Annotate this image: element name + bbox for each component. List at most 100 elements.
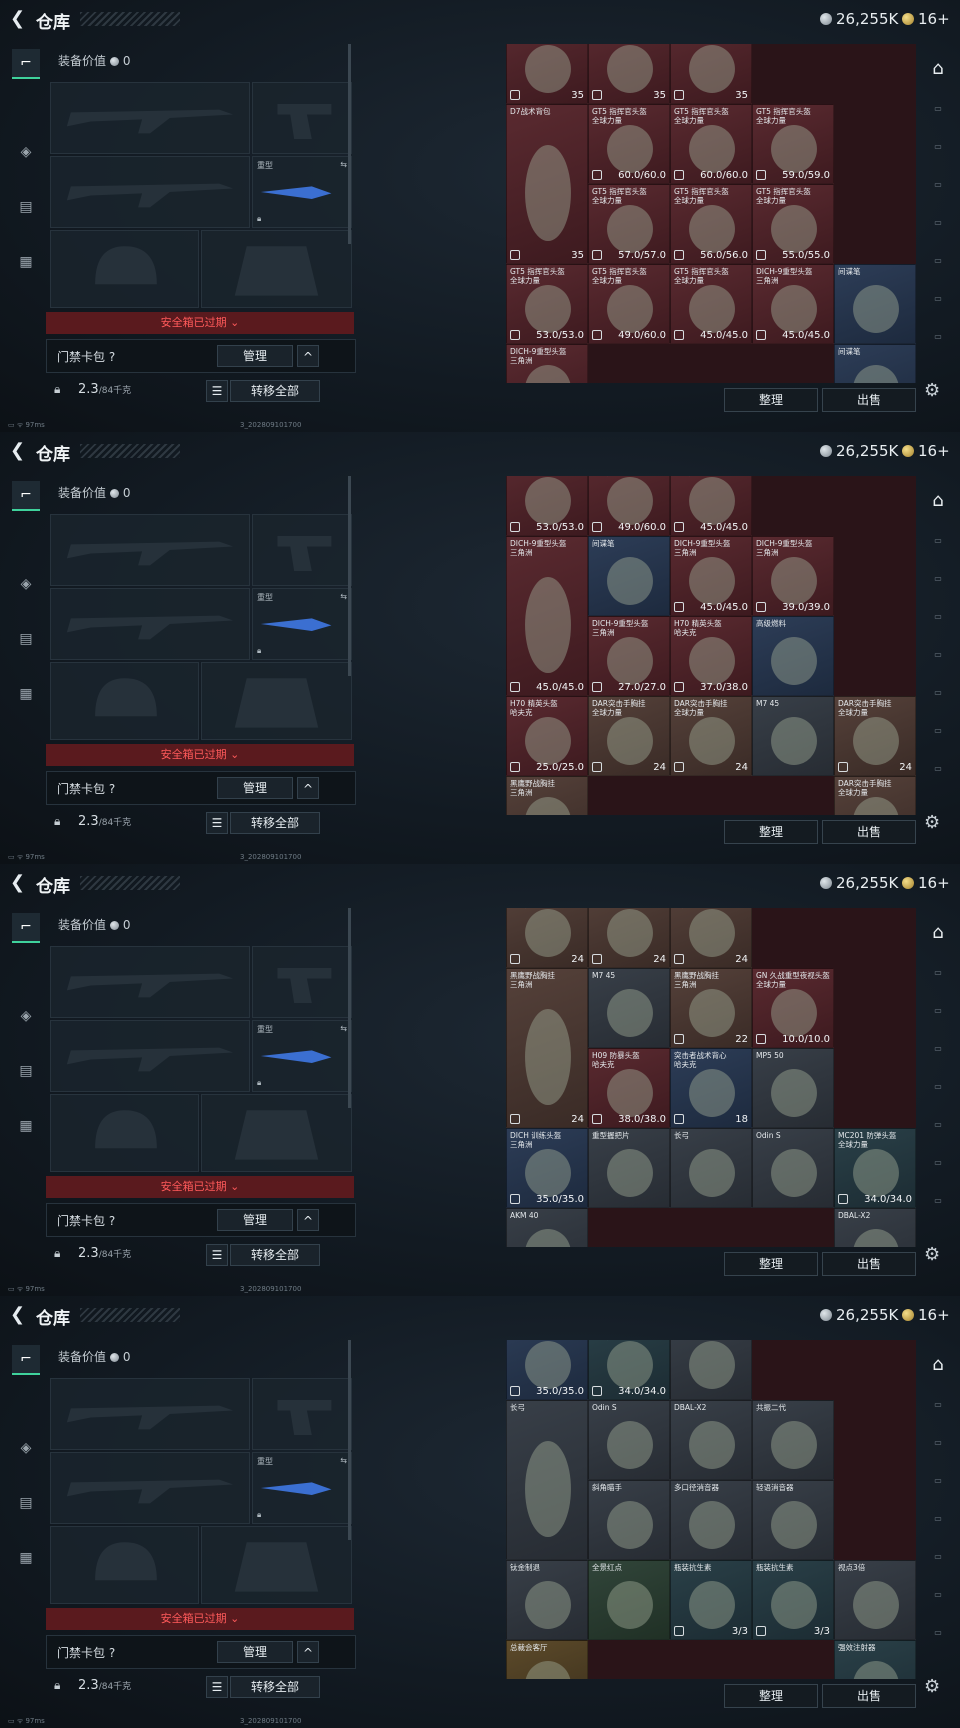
- stash-item[interactable]: 35: [506, 44, 588, 104]
- collapse-button[interactable]: ^: [297, 777, 319, 799]
- list-view-icon[interactable]: ☰: [206, 1676, 228, 1698]
- sort-button[interactable]: 整理: [724, 1252, 818, 1276]
- secure-container-expired-banner[interactable]: 安全箱已过期 ⌄: [46, 1176, 354, 1198]
- stash-item[interactable]: DICH-9重型头盔 三角洲 45.0/45.0: [670, 536, 752, 616]
- stash-item[interactable]: MC201 防弹头盔 全球力量 34.0/34.0: [834, 1128, 916, 1208]
- stash-item[interactable]: DICH-9重型头盔 三角洲 39.0/39.0: [752, 536, 834, 616]
- stash-item[interactable]: MP5 50: [752, 1048, 834, 1128]
- armor-slot[interactable]: [201, 1526, 352, 1604]
- stash-item[interactable]: 24: [588, 908, 670, 968]
- stash-page-icon[interactable]: ▭: [924, 650, 952, 672]
- sort-button[interactable]: 整理: [724, 388, 818, 412]
- sell-button[interactable]: 出售: [822, 820, 916, 844]
- list-view-icon[interactable]: ☰: [206, 380, 228, 402]
- transfer-all-button[interactable]: 转移全部: [230, 812, 320, 834]
- equipment-scrollbar[interactable]: [348, 476, 351, 676]
- weapon-tab-icon[interactable]: ⌐: [12, 913, 40, 943]
- stash-page-icon[interactable]: ▭: [924, 612, 952, 634]
- stash-item[interactable]: DBAL-X2: [834, 1208, 916, 1247]
- stash-item[interactable]: 黑鹰野战胸挂 三角洲 24: [506, 968, 588, 1128]
- stash-page-icon[interactable]: ▭: [924, 968, 952, 990]
- primary-weapon-slot[interactable]: [50, 514, 250, 586]
- stash-home-icon[interactable]: ⌂: [924, 58, 952, 80]
- stash-item[interactable]: AKM 40: [506, 1208, 588, 1247]
- stash-item[interactable]: 黑鹰野战胸挂 三角洲 24: [670, 908, 752, 968]
- pistol-slot[interactable]: [252, 1378, 352, 1450]
- manage-button[interactable]: 管理: [217, 1641, 293, 1663]
- stash-item[interactable]: 突击者战术背心 哈夫克 18: [670, 1048, 752, 1128]
- stash-page-icon[interactable]: ▭: [924, 1590, 952, 1612]
- stash-item[interactable]: 多口径消音器: [670, 1480, 752, 1560]
- settings-gear-icon[interactable]: ⚙: [924, 1244, 940, 1265]
- armor-tab-icon[interactable]: ◈: [12, 1002, 40, 1030]
- stash-item[interactable]: 瓶装抗生素 3/3: [752, 1560, 834, 1640]
- armor-slot[interactable]: [201, 1094, 352, 1172]
- melee-slot[interactable]: 重型 ⇆ 🔒︎: [252, 156, 352, 228]
- stash-item[interactable]: DICH-9重型头盔 三角洲 45.0/45.0: [506, 536, 588, 696]
- stash-item[interactable]: 黑鹰野战胸挂 三角洲 22: [670, 968, 752, 1048]
- armor-slot[interactable]: [201, 230, 352, 308]
- stash-item[interactable]: 长弓: [506, 1400, 588, 1560]
- stash-home-icon[interactable]: ⌂: [924, 922, 952, 944]
- sort-button[interactable]: 整理: [724, 1684, 818, 1708]
- stash-item[interactable]: DAR突击手胸挂 全球力量24: [670, 696, 752, 776]
- sell-button[interactable]: 出售: [822, 388, 916, 412]
- stash-item[interactable]: H09 防暴头盔 哈夫克 38.0/38.0: [588, 1048, 670, 1128]
- stash-page-icon[interactable]: ▭: [924, 688, 952, 710]
- backpack-tab-icon[interactable]: ▦: [12, 680, 40, 708]
- pistol-slot[interactable]: [252, 514, 352, 586]
- stash-item[interactable]: 长弓: [670, 1128, 752, 1208]
- stash-page-icon[interactable]: ▭: [924, 1514, 952, 1536]
- stash-page-icon[interactable]: ▭: [924, 294, 952, 316]
- stash-page-icon[interactable]: ▭: [924, 104, 952, 126]
- stash-item[interactable]: 53.0/53.0: [506, 476, 588, 536]
- stash-item[interactable]: DAR突击手胸挂 全球力量24: [834, 696, 916, 776]
- melee-slot[interactable]: 重型 ⇆ 🔒︎: [252, 588, 352, 660]
- stash-item[interactable]: 强效注射器1/3: [834, 1640, 916, 1679]
- back-arrow-icon[interactable]: ❮: [10, 9, 30, 29]
- stash-page-icon[interactable]: ▭: [924, 1006, 952, 1028]
- pistol-slot[interactable]: [252, 82, 352, 154]
- helmet-slot[interactable]: [50, 662, 199, 740]
- secure-container-expired-banner[interactable]: 安全箱已过期 ⌄: [46, 744, 354, 766]
- stash-page-icon[interactable]: ▭: [924, 574, 952, 596]
- stash-item[interactable]: GT5 指挥官头盔 全球力量 49.0/60.0: [588, 264, 670, 344]
- stash-item[interactable]: DICH-9重型头盔 三角洲: [506, 344, 588, 383]
- stash-item[interactable]: 瓶装抗生素 3/3: [670, 1560, 752, 1640]
- stash-item[interactable]: 35.0/35.0: [506, 1340, 588, 1400]
- armor-tab-icon[interactable]: ◈: [12, 1434, 40, 1462]
- stash-page-icon[interactable]: ▭: [924, 1400, 952, 1422]
- stash-page-icon[interactable]: ▭: [924, 726, 952, 748]
- stash-item[interactable]: 轻语消音器: [752, 1480, 834, 1560]
- collapse-button[interactable]: ^: [297, 1209, 319, 1231]
- stash-item[interactable]: 总裁会客厅60: [506, 1640, 588, 1679]
- secondary-weapon-slot[interactable]: [50, 1452, 250, 1524]
- stash-home-icon[interactable]: ⌂: [924, 490, 952, 512]
- collapse-button[interactable]: ^: [297, 345, 319, 367]
- helmet-slot[interactable]: [50, 1094, 199, 1172]
- back-arrow-icon[interactable]: ❮: [10, 1305, 30, 1325]
- stash-item[interactable]: DAR突击手胸挂 全球力量24: [834, 776, 916, 815]
- stash-item[interactable]: D7战术背包 35: [506, 104, 588, 264]
- back-arrow-icon[interactable]: ❮: [10, 873, 30, 893]
- swap-icon[interactable]: ⇆: [340, 592, 347, 601]
- stash-item[interactable]: 间谍笔: [834, 264, 916, 344]
- stash-item[interactable]: 全景红点: [588, 1560, 670, 1640]
- settings-gear-icon[interactable]: ⚙: [924, 380, 940, 401]
- stash-page-icon[interactable]: ▭: [924, 1628, 952, 1650]
- stash-item[interactable]: 钛金制退: [506, 1560, 588, 1640]
- transfer-all-button[interactable]: 转移全部: [230, 1244, 320, 1266]
- stash-item[interactable]: GT5 指挥官头盔 全球力量 53.0/53.0: [506, 264, 588, 344]
- list-view-icon[interactable]: ☰: [206, 1244, 228, 1266]
- stash-page-icon[interactable]: ▭: [924, 536, 952, 558]
- stash-item[interactable]: 视点3倍: [834, 1560, 916, 1640]
- swap-icon[interactable]: ⇆: [340, 160, 347, 169]
- sell-button[interactable]: 出售: [822, 1684, 916, 1708]
- pistol-slot[interactable]: [252, 946, 352, 1018]
- armor-tab-icon[interactable]: ◈: [12, 570, 40, 598]
- back-arrow-icon[interactable]: ❮: [10, 441, 30, 461]
- stash-page-icon[interactable]: ▭: [924, 256, 952, 278]
- stash-item[interactable]: 间谍笔: [834, 344, 916, 383]
- secondary-weapon-slot[interactable]: [50, 1020, 250, 1092]
- chest-rig-tab-icon[interactable]: ▤: [12, 625, 40, 653]
